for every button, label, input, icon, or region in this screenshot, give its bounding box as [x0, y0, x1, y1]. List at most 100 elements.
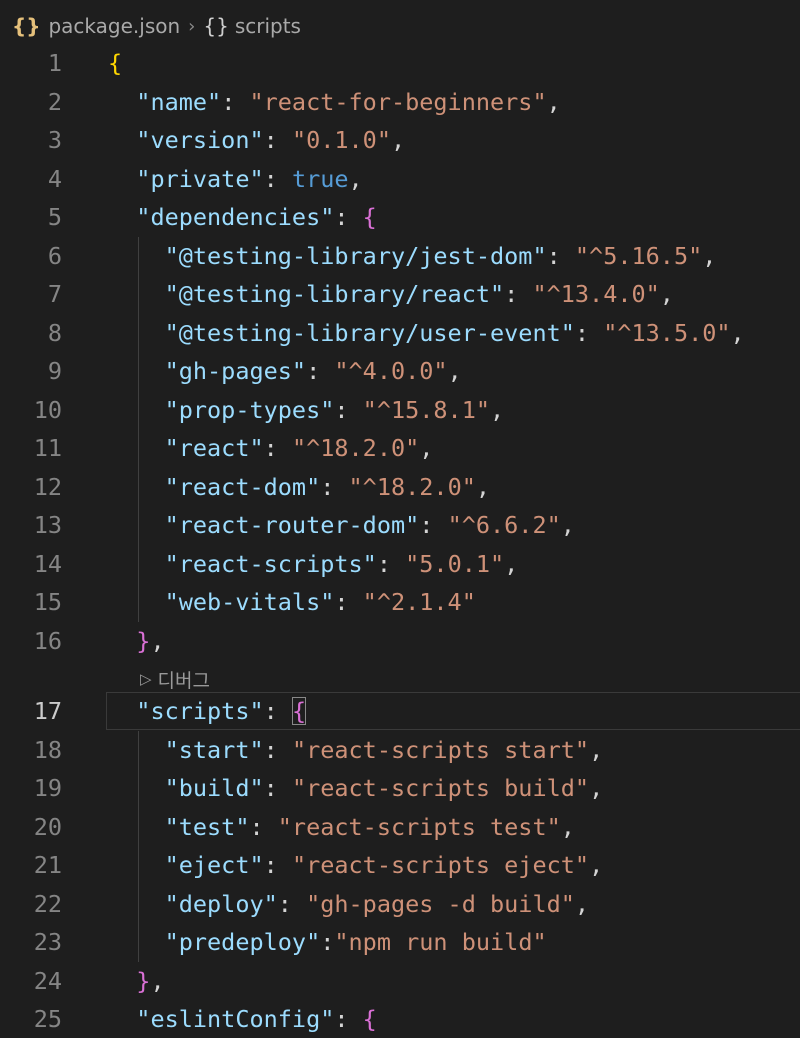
code-token: : — [546, 241, 575, 270]
code-token: "^4.0.0" — [334, 357, 448, 385]
code-token: "react-scripts eject" — [291, 851, 590, 879]
code-token: , — [589, 851, 604, 879]
indent-guide — [138, 730, 139, 962]
code-line[interactable]: 3 "version": "0.1.0", — [0, 121, 800, 159]
code-token: "react-dom" — [164, 472, 321, 501]
code-token: : — [263, 697, 292, 725]
breadcrumb-file[interactable]: package.json — [48, 14, 180, 38]
code-token: , — [447, 357, 462, 385]
code-token: "dependencies" — [136, 203, 335, 231]
code-line[interactable]: 14 "react-scripts": "5.0.1", — [0, 545, 800, 583]
debug-codelens-label[interactable]: 디버그 — [158, 666, 210, 693]
code-token: "^18.2.0" — [348, 472, 476, 501]
line-number: 9 — [47, 357, 62, 385]
code-token: "prop-types" — [164, 395, 335, 424]
code-text: "react-router-dom": "^6.6.2", — [108, 506, 575, 544]
code-line[interactable]: 4 "private": true, — [0, 160, 800, 198]
line-number: 21 — [33, 851, 62, 879]
code-token: : — [263, 126, 292, 154]
debug-codelens[interactable]: ▷ 디버그 — [140, 664, 210, 694]
code-line[interactable]: 24 }, — [0, 962, 800, 1000]
code-text: "eslintConfig": { — [108, 1000, 377, 1038]
code-line[interactable]: 22 "deploy": "gh-pages -d build", — [0, 885, 800, 923]
breadcrumb-symbol[interactable]: scripts — [235, 14, 301, 38]
code-token: "^6.6.2" — [447, 511, 561, 539]
code-line[interactable]: 9 "gh-pages": "^4.0.0", — [0, 352, 800, 390]
code-token: , — [589, 735, 604, 764]
indent-guide — [138, 236, 139, 622]
code-text: }, — [108, 962, 164, 1000]
line-number: 4 — [47, 164, 62, 193]
code-token: "web-vitals" — [164, 588, 335, 616]
code-token: : — [334, 588, 363, 616]
code-token: , — [390, 126, 406, 154]
code-token: "^18.2.0" — [291, 434, 420, 462]
code-line[interactable]: 1{ — [0, 44, 800, 82]
code-token: : — [263, 434, 292, 462]
line-number: 23 — [33, 928, 62, 956]
code-line[interactable]: 13 "react-router-dom": "^6.6.2", — [0, 506, 800, 544]
json-file-icon: {} — [12, 14, 41, 38]
code-line[interactable]: 17 "scripts": { — [0, 692, 800, 730]
code-text: "version": "0.1.0", — [108, 121, 405, 159]
code-token: "deploy" — [164, 889, 278, 918]
code-line[interactable]: 7 "@testing-library/react": "^13.4.0", — [0, 275, 800, 313]
code-text: }, — [108, 622, 164, 660]
play-icon: ▷ — [140, 670, 152, 688]
code-token: "react-scripts" — [164, 549, 377, 578]
code-line[interactable]: 11 "react": "^18.2.0", — [0, 429, 800, 467]
code-line[interactable]: 10 "prop-types": "^15.8.1", — [0, 391, 800, 429]
code-line[interactable]: 2 "name": "react-for-beginners", — [0, 83, 800, 121]
code-line[interactable]: 25 "eslintConfig": { — [0, 1000, 800, 1038]
code-token: "@testing-library/react" — [164, 280, 505, 308]
line-number: 10 — [33, 395, 62, 424]
code-line[interactable]: 20 "test": "react-scripts test", — [0, 808, 800, 846]
code-token: "test" — [164, 812, 250, 841]
code-token: : — [574, 318, 604, 347]
code-text: "web-vitals": "^2.1.4" — [108, 583, 476, 621]
code-token: { — [362, 1005, 377, 1033]
line-number: 8 — [47, 318, 62, 347]
code-line[interactable]: 12 "react-dom": "^18.2.0", — [0, 468, 800, 506]
code-line[interactable]: 19 "build": "react-scripts build", — [0, 769, 800, 807]
code-token: "^13.4.0" — [532, 280, 660, 308]
code-token: : — [334, 1005, 363, 1033]
line-number: 2 — [47, 87, 62, 116]
code-text: "test": "react-scripts test", — [108, 808, 575, 846]
code-line[interactable]: 6 "@testing-library/jest-dom": "^5.16.5"… — [0, 237, 800, 275]
line-number: 25 — [33, 1005, 62, 1033]
code-line[interactable]: 21 "eject": "react-scripts eject", — [0, 846, 800, 884]
code-token: "scripts" — [136, 697, 264, 725]
code-line[interactable]: 23 "predeploy":"npm run build" — [0, 923, 800, 961]
code-token: : — [419, 511, 448, 539]
code-line[interactable]: 18 "start": "react-scripts start", — [0, 731, 800, 769]
code-line[interactable]: 5 "dependencies": { — [0, 198, 800, 236]
code-text: "@testing-library/jest-dom": "^5.16.5", — [108, 237, 717, 275]
code-token: "gh-pages" — [164, 357, 307, 385]
code-token: : — [263, 164, 292, 193]
line-number: 18 — [33, 735, 62, 764]
code-line[interactable]: 15 "web-vitals": "^2.1.4" — [0, 583, 800, 621]
code-text: "@testing-library/user-event": "^13.5.0"… — [108, 314, 745, 352]
line-number: 3 — [47, 126, 62, 154]
code-text: "dependencies": { — [108, 198, 377, 236]
code-token: "0.1.0" — [291, 126, 391, 154]
object-symbol-icon: {} — [203, 14, 229, 38]
code-token: "private" — [136, 164, 264, 193]
code-line[interactable]: 8 "@testing-library/user-event": "^13.5.… — [0, 314, 800, 352]
code-token: { — [362, 203, 377, 231]
line-number: 17 — [33, 697, 62, 725]
code-line[interactable]: 16 }, — [0, 622, 800, 660]
